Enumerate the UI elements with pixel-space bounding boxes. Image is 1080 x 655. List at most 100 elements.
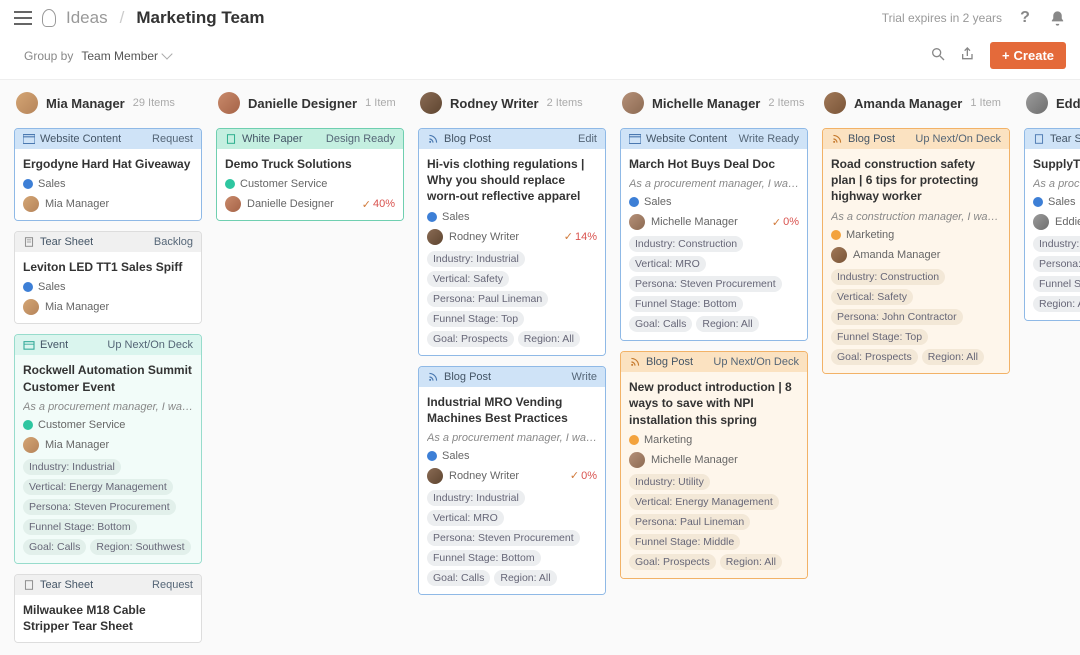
top-bar: Ideas / Marketing Team Trial expires in … (0, 0, 1080, 36)
tag[interactable]: Industry: Construction (629, 236, 743, 252)
groupby-select[interactable]: Team Member (81, 49, 171, 63)
card[interactable]: Website Content Write Ready March Hot Bu… (620, 128, 808, 341)
card[interactable]: Blog Post Write Industrial MRO Vending M… (418, 366, 606, 595)
tag[interactable]: Region: All (720, 554, 782, 570)
card-tags: Industry: Construction Vertical: MRO Per… (629, 236, 799, 332)
column-header[interactable]: Danielle Designer 1 Item (216, 92, 404, 118)
tag[interactable]: Funnel Stage: Bottom (23, 519, 137, 535)
tag[interactable]: Persona: Steven Procurement (23, 499, 176, 515)
plus-icon: + (1002, 48, 1010, 63)
tag[interactable]: Goal: Calls (23, 539, 86, 555)
tag[interactable]: Goal: Prospects (427, 331, 514, 347)
tag[interactable]: Industry: Industrial (23, 459, 121, 475)
card-body: SupplyTrax™ As a procuremen Sales Eddie … (1025, 149, 1080, 320)
share-icon[interactable] (960, 46, 976, 65)
tag[interactable]: Funnel Stage: Bottom (427, 550, 541, 566)
tag[interactable]: Industry: Industrial (427, 490, 525, 506)
card-tags: Industry: Industrial Vertical: MRO Perso… (427, 490, 597, 586)
tag[interactable]: Industry: Construction (831, 269, 945, 285)
card[interactable]: Blog Post Edit Hi-vis clothing regulatio… (418, 128, 606, 356)
tag[interactable]: Region: All (494, 570, 556, 586)
tag[interactable]: Region: All (922, 349, 984, 365)
card-type: Website Content (40, 133, 121, 145)
card[interactable]: Blog Post Up Next/On Deck New product in… (620, 351, 808, 579)
tag[interactable]: Region: All (1033, 296, 1080, 312)
column-header[interactable]: Amanda Manager 1 Item (822, 92, 1010, 118)
tag[interactable]: Vertical: Safety (831, 289, 913, 305)
tag[interactable]: Industry: Industrial (427, 251, 525, 267)
card-type: Blog Post (848, 133, 895, 145)
rss-icon (427, 134, 439, 144)
tag[interactable]: Vertical: Energy Management (629, 494, 779, 510)
card-status: Request (152, 579, 193, 591)
card[interactable]: Tear Sheet SupplyTrax™ As a procuremen S… (1024, 128, 1080, 321)
breadcrumb-section[interactable]: Ideas (66, 8, 108, 28)
tag[interactable]: Goal: Prospects (831, 349, 918, 365)
avatar (427, 468, 443, 484)
card[interactable]: Blog Post Up Next/On Deck Road construct… (822, 128, 1010, 374)
card[interactable]: Tear Sheet Backlog Leviton LED TT1 Sales… (14, 231, 202, 324)
column-header[interactable]: Mia Manager 29 Items (14, 92, 202, 118)
tag[interactable]: Persona: Steven Procurement (629, 276, 782, 292)
card-type: White Paper (242, 133, 303, 145)
tag[interactable]: Region: All (518, 331, 580, 347)
breadcrumb-sep: / (120, 8, 125, 28)
card[interactable]: Website Content Request Ergodyne Hard Ha… (14, 128, 202, 221)
create-button[interactable]: + Create (990, 42, 1066, 69)
tag[interactable]: Funnel Stage: E (1033, 276, 1080, 292)
card[interactable]: White Paper Design Ready Demo Truck Solu… (216, 128, 404, 221)
tag[interactable]: Region: Southwest (90, 539, 190, 555)
tag[interactable]: Persona: Steve (1033, 256, 1080, 272)
bell-icon[interactable] (1048, 9, 1066, 27)
column-count: 2 Items (547, 97, 583, 109)
tag[interactable]: Persona: Paul Lineman (427, 291, 548, 307)
tag[interactable]: Goal: Calls (629, 316, 692, 332)
column-eddie: Eddie Ed Tear Sheet SupplyTrax™ As a pro… (1024, 92, 1080, 321)
card-title: Hi-vis clothing regulations | Why you sh… (427, 156, 597, 205)
tag[interactable]: Region: All (696, 316, 758, 332)
card[interactable]: Event Up Next/On Deck Rockwell Automatio… (14, 334, 202, 563)
card-head: Tear Sheet Backlog (15, 232, 201, 252)
dot-icon (23, 282, 33, 292)
tag[interactable]: Persona: Paul Lineman (629, 514, 750, 530)
card[interactable]: Tear Sheet Request Milwaukee M18 Cable S… (14, 574, 202, 643)
tag[interactable]: Goal: Prospects (629, 554, 716, 570)
card-status: Request (152, 133, 193, 145)
card-owner: Mia Manager (23, 196, 193, 212)
card-status: Design Ready (326, 133, 395, 145)
tag[interactable]: Vertical: Safety (427, 271, 509, 287)
card-tags: Industry: Construction Vertical: Safety … (831, 269, 1001, 365)
column-header[interactable]: Michelle Manager 2 Items (620, 92, 808, 118)
tag[interactable]: Funnel Stage: Bottom (629, 296, 743, 312)
card-title: Industrial MRO Vending Machines Best Pra… (427, 394, 597, 426)
avatar (218, 92, 240, 114)
tag[interactable]: Vertical: Energy Management (23, 479, 173, 495)
search-icon[interactable] (930, 46, 946, 65)
card-type: Tear Sheet (40, 579, 93, 591)
tag[interactable]: Persona: Steven Procurement (427, 530, 580, 546)
tag[interactable]: Vertical: MRO (629, 256, 706, 272)
column-header[interactable]: Eddie Ed (1024, 92, 1080, 118)
dot-icon (1033, 197, 1043, 207)
card-type: Blog Post (444, 371, 491, 383)
tag[interactable]: Goal: Calls (427, 570, 490, 586)
card-body: Road construction safety plan | 6 tips f… (823, 149, 1009, 373)
tag[interactable]: Funnel Stage: Middle (629, 534, 740, 550)
dot-icon (23, 179, 33, 189)
card-status: Edit (578, 133, 597, 145)
column-count: 2 Items (768, 97, 804, 109)
card-title: Ergodyne Hard Hat Giveaway (23, 156, 193, 172)
column-header[interactable]: Rodney Writer 2 Items (418, 92, 606, 118)
hamburger-icon[interactable] (14, 11, 32, 25)
tag[interactable]: Funnel Stage: Top (831, 329, 928, 345)
column-name: Amanda Manager (854, 96, 962, 111)
tag[interactable]: Industry: Utility (629, 474, 710, 490)
avatar (629, 214, 645, 230)
tag[interactable]: Persona: John Contractor (831, 309, 963, 325)
tag[interactable]: Industry: Indus (1033, 236, 1080, 252)
help-icon[interactable]: ? (1016, 9, 1034, 27)
card-status: Write Ready (739, 133, 799, 145)
tag[interactable]: Funnel Stage: Top (427, 311, 524, 327)
breadcrumb-page[interactable]: Marketing Team (136, 8, 264, 28)
card-category: Sales (427, 450, 597, 462)
